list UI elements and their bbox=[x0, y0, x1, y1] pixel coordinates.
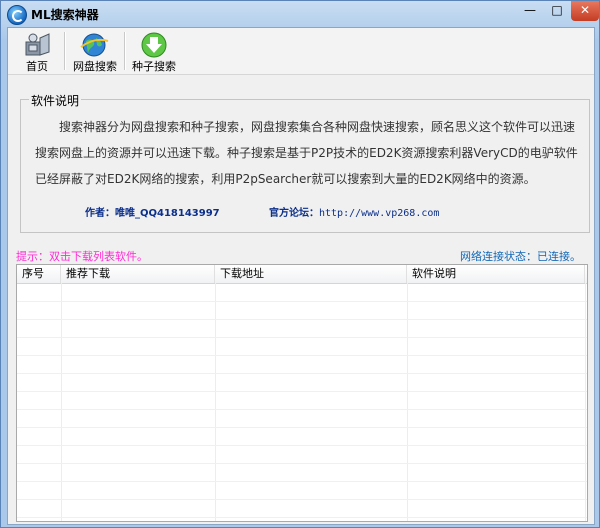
title-bar[interactable]: ML搜索神器 — □ ✕ bbox=[1, 1, 599, 27]
download-icon bbox=[141, 32, 167, 58]
grid-row-line bbox=[17, 445, 587, 446]
grid-row-line bbox=[17, 463, 587, 464]
author-value: 唯唯_QQ418143997 bbox=[115, 208, 220, 219]
home-button[interactable]: 首页 bbox=[14, 30, 60, 73]
forum-credit: 官方论坛：http://www.vp268.com bbox=[269, 204, 439, 219]
globe-icon bbox=[80, 33, 109, 57]
grid-row-line bbox=[17, 517, 587, 518]
column-download-url[interactable]: 下载地址 bbox=[215, 265, 407, 283]
description-text: 搜索神器分为网盘搜索和种子搜索，网盘搜索集合各种网盘快速搜索，顾名思义这个软件可… bbox=[35, 120, 578, 186]
forum-link[interactable]: http://www.vp268.com bbox=[319, 208, 439, 219]
app-logo-icon bbox=[7, 5, 27, 25]
grid-row-line bbox=[17, 391, 587, 392]
client-area: 首页 网盘搜索 种子搜索 软件说明 搜索神器分为网盘搜索和种子搜索，网盘搜索集合… bbox=[7, 27, 595, 525]
grid-row-line bbox=[17, 409, 587, 410]
column-recommended[interactable]: 推荐下载 bbox=[61, 265, 215, 283]
column-description[interactable]: 软件说明 bbox=[407, 265, 585, 283]
grid-row-line bbox=[17, 301, 587, 302]
toolbar: 首页 网盘搜索 种子搜索 bbox=[8, 28, 594, 75]
grid-row-line bbox=[17, 427, 587, 428]
grid-row-line bbox=[17, 373, 587, 374]
hint-text: 提示：双击下载列表软件。 bbox=[16, 250, 148, 263]
cloud-search-button[interactable]: 网盘搜索 bbox=[68, 30, 122, 73]
main-window: ML搜索神器 — □ ✕ 首页 网盘搜索 种子搜索 软件说明 搜索神器分为网盘搜… bbox=[0, 0, 600, 528]
torrent-search-button[interactable]: 种子搜索 bbox=[126, 30, 182, 73]
close-button[interactable]: ✕ bbox=[571, 1, 599, 21]
download-list[interactable]: 序号 推荐下载 下载地址 软件说明 bbox=[16, 264, 588, 522]
home-label: 首页 bbox=[26, 60, 48, 73]
maximize-button[interactable]: □ bbox=[544, 1, 570, 21]
grid-row-line bbox=[17, 319, 587, 320]
list-header: 序号 推荐下载 下载地址 软件说明 bbox=[17, 265, 587, 284]
forum-label: 官方论坛： bbox=[269, 208, 319, 219]
cloud-search-label: 网盘搜索 bbox=[73, 60, 117, 73]
home-icon bbox=[25, 33, 50, 56]
grid-row-line bbox=[17, 337, 587, 338]
grid-row-line bbox=[17, 481, 587, 482]
minimize-button[interactable]: — bbox=[517, 1, 543, 21]
column-index[interactable]: 序号 bbox=[17, 265, 61, 283]
connection-status: 网络连接状态：已连接。 bbox=[460, 250, 581, 263]
software-info-group: 软件说明 搜索神器分为网盘搜索和种子搜索，网盘搜索集合各种网盘快速搜索，顾名思义… bbox=[20, 92, 590, 233]
grid-row-line bbox=[17, 355, 587, 356]
group-legend: 软件说明 bbox=[29, 92, 82, 109]
author-credit: 作者：唯唯_QQ418143997 bbox=[85, 204, 220, 219]
window-title: ML搜索神器 bbox=[31, 8, 99, 22]
author-label: 作者： bbox=[85, 208, 115, 219]
grid-row-line bbox=[17, 499, 587, 500]
toolbar-separator bbox=[64, 32, 66, 70]
torrent-search-label: 种子搜索 bbox=[132, 60, 176, 73]
